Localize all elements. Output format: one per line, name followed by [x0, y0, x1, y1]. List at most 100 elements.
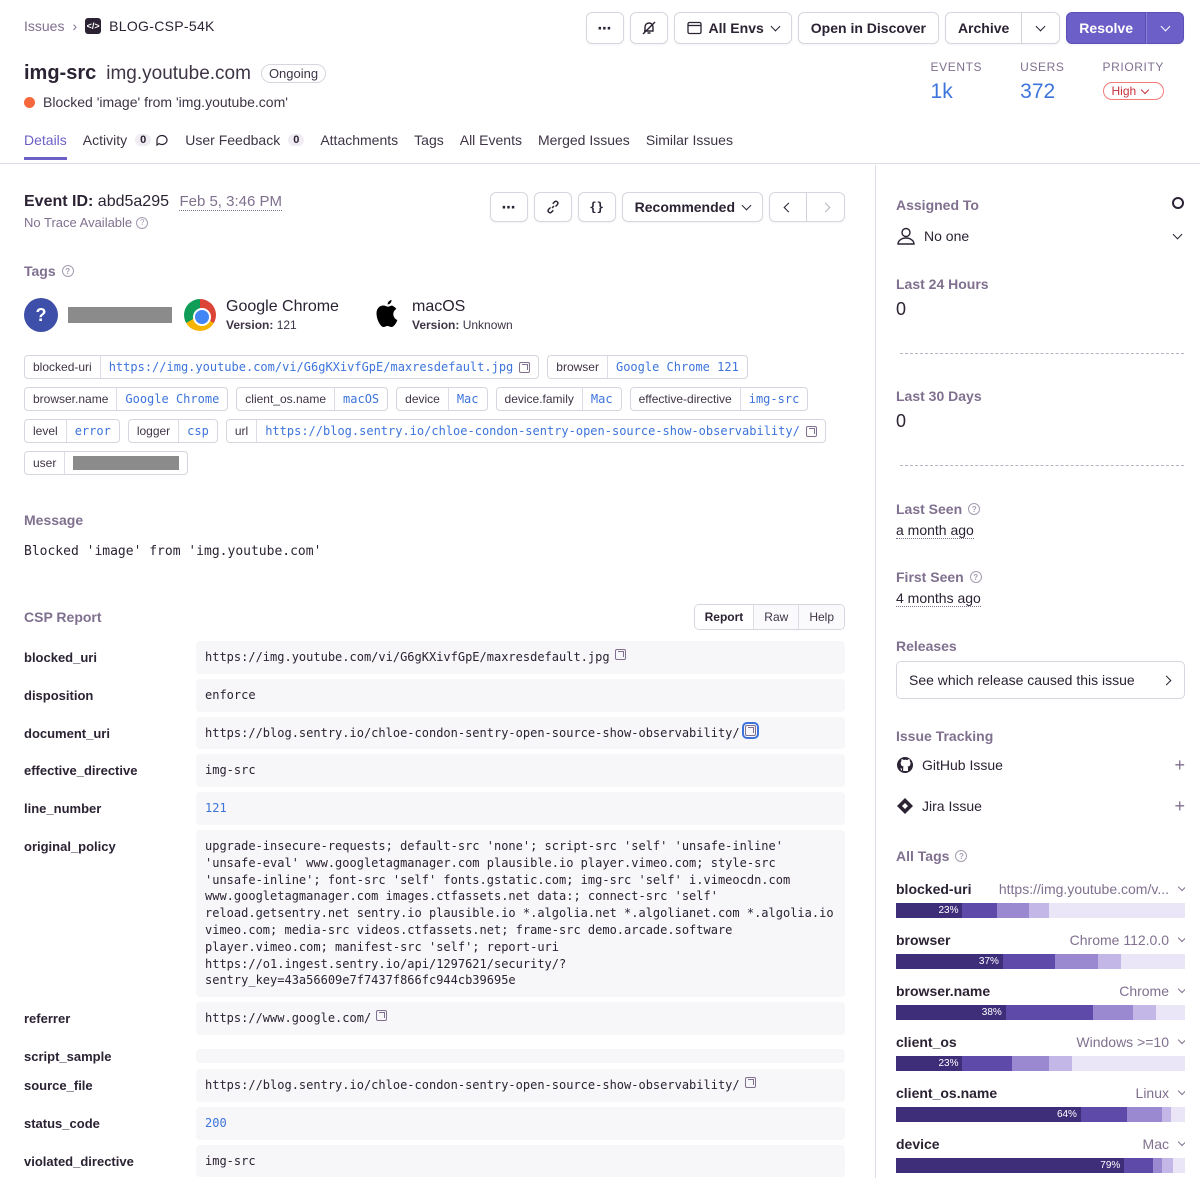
- tag-distribution-bar[interactable]: 23%: [896, 1056, 1185, 1071]
- event-more-button[interactable]: ⋯: [489, 192, 528, 222]
- tag-value[interactable]: Google Chrome: [117, 388, 227, 410]
- tag-distribution-segment[interactable]: 38%: [896, 1005, 1006, 1020]
- first-seen-value[interactable]: 4 months ago: [896, 590, 981, 607]
- users-count[interactable]: 372: [1020, 80, 1064, 104]
- priority-dropdown[interactable]: High: [1102, 82, 1164, 100]
- tag-pill[interactable]: browser Google Chrome 121: [547, 355, 748, 379]
- open-in-discover-button[interactable]: Open in Discover: [797, 12, 939, 44]
- more-actions-button[interactable]: ⋯: [585, 12, 624, 44]
- breadcrumb-issues-link[interactable]: Issues: [24, 18, 64, 34]
- tag-distribution-segment[interactable]: [1011, 1056, 1050, 1071]
- tag-distribution-segment[interactable]: 23%: [896, 1056, 963, 1071]
- tag-distribution-segment[interactable]: 23%: [896, 903, 963, 918]
- csp-tab-report[interactable]: Report: [694, 605, 754, 629]
- tab-attachments[interactable]: Attachments: [320, 132, 398, 160]
- add-github-issue-icon[interactable]: +: [1174, 756, 1185, 774]
- tag-distribution-top-value[interactable]: Mac: [1143, 1136, 1185, 1152]
- tag-pill[interactable]: client_os.name macOS: [236, 387, 389, 411]
- tag-distribution-segment[interactable]: [1127, 1107, 1162, 1122]
- tag-value[interactable]: Mac: [583, 388, 621, 410]
- copy-link-button[interactable]: [533, 192, 572, 222]
- help-icon[interactable]: ?: [955, 850, 968, 862]
- external-link-icon[interactable]: [741, 721, 759, 739]
- tag-distribution-top-value[interactable]: Chrome 112.0.0: [1070, 932, 1185, 948]
- tag-distribution-segment[interactable]: [1049, 1056, 1073, 1071]
- tag-distribution-segment[interactable]: [1002, 954, 1055, 969]
- tag-value[interactable]: Mac: [449, 388, 487, 410]
- tag-distribution-segment[interactable]: [1132, 1005, 1157, 1020]
- events-count[interactable]: 1k: [931, 80, 983, 104]
- external-link-icon[interactable]: [519, 361, 531, 373]
- tag-distribution-bar[interactable]: 64%: [896, 1107, 1185, 1122]
- help-icon[interactable]: ?: [968, 503, 981, 515]
- assignee-dropdown[interactable]: No one: [896, 227, 1185, 245]
- tag-pill[interactable]: effective-directive img-src: [629, 387, 809, 411]
- tag-distribution-bar[interactable]: 37%: [896, 954, 1185, 969]
- tag-distribution-bar[interactable]: 79%: [896, 1158, 1185, 1173]
- tag-distribution-segment[interactable]: [997, 903, 1029, 918]
- external-link-icon[interactable]: [744, 1076, 756, 1088]
- event-selector-dropdown[interactable]: Recommended: [621, 192, 763, 222]
- gear-icon[interactable]: [1172, 197, 1184, 209]
- mute-button[interactable]: [629, 12, 668, 44]
- issue-short-id[interactable]: BLOG-CSP-54K: [109, 18, 215, 34]
- tag-distribution-segment[interactable]: [1005, 1005, 1093, 1020]
- tag-distribution-bar[interactable]: 38%: [896, 1005, 1185, 1020]
- tab-similar-issues[interactable]: Similar Issues: [646, 132, 733, 160]
- add-jira-issue-icon[interactable]: +: [1174, 797, 1185, 815]
- github-issue-row[interactable]: GitHub Issue +: [896, 756, 1185, 774]
- last-seen-value[interactable]: a month ago: [896, 522, 974, 539]
- tab-user-feedback[interactable]: User Feedback 0: [185, 132, 305, 160]
- resolve-options-button[interactable]: [1146, 12, 1184, 44]
- tag-distribution-item[interactable]: blocked-uri https://img.youtube.com/v... 2…: [896, 880, 1185, 918]
- tag-distribution-item[interactable]: client_os Windows >=10 23%: [896, 1033, 1185, 1071]
- suspect-release-button[interactable]: See which release caused this issue: [896, 661, 1185, 699]
- tag-distribution-top-value[interactable]: Windows >=10: [1076, 1034, 1185, 1050]
- tag-distribution-segment[interactable]: [1054, 954, 1099, 969]
- event-id-value[interactable]: abd5a295: [98, 193, 169, 210]
- tag-value[interactable]: img-src: [741, 388, 808, 410]
- environment-selector[interactable]: All Envs: [673, 12, 792, 44]
- tab-details[interactable]: Details: [24, 132, 67, 160]
- tab-all-events[interactable]: All Events: [460, 132, 522, 160]
- tag-distribution-segment[interactable]: 37%: [896, 954, 1003, 969]
- tag-value[interactable]: csp: [179, 420, 217, 442]
- csp-tab-raw[interactable]: Raw: [753, 605, 799, 629]
- view-json-button[interactable]: {}: [577, 192, 616, 222]
- tag-value[interactable]: macOS: [335, 388, 387, 410]
- external-link-icon[interactable]: [614, 649, 626, 660]
- tag-distribution-segment[interactable]: 79%: [896, 1158, 1125, 1173]
- tag-distribution-segment[interactable]: [962, 903, 998, 918]
- tag-distribution-segment[interactable]: 64%: [896, 1107, 1081, 1122]
- tag-distribution-segment[interactable]: [1080, 1107, 1128, 1122]
- help-icon[interactable]: ?: [61, 265, 74, 277]
- tag-pill[interactable]: device Mac: [396, 387, 488, 411]
- tag-distribution-top-value[interactable]: https://img.youtube.com/v...: [999, 881, 1185, 897]
- tab-tags[interactable]: Tags: [414, 132, 444, 160]
- tag-distribution-segment[interactable]: [1161, 1107, 1171, 1122]
- tag-distribution-bar[interactable]: 23%: [896, 903, 1185, 918]
- help-icon[interactable]: ?: [136, 216, 149, 229]
- tag-value[interactable]: https://blog.sentry.io/chloe-condon-sent…: [265, 424, 800, 438]
- resolve-button[interactable]: Resolve: [1066, 12, 1146, 44]
- archive-button[interactable]: Archive: [944, 12, 1023, 44]
- tag-distribution-item[interactable]: browser.name Chrome 38%: [896, 982, 1185, 1020]
- tag-pill[interactable]: browser.name Google Chrome: [24, 387, 229, 411]
- tag-pill[interactable]: logger csp: [127, 419, 218, 443]
- tag-distribution-segment[interactable]: [1153, 1158, 1162, 1173]
- archive-options-button[interactable]: [1022, 12, 1061, 44]
- external-link-icon[interactable]: [805, 425, 817, 437]
- tag-pill[interactable]: url https://blog.sentry.io/chloe-condon-s…: [225, 419, 826, 443]
- tag-distribution-segment[interactable]: [1098, 954, 1122, 969]
- tag-distribution-segment[interactable]: [962, 1056, 1012, 1071]
- help-icon[interactable]: ?: [969, 571, 982, 583]
- tag-distribution-segment[interactable]: [1161, 1158, 1174, 1173]
- tag-distribution-item[interactable]: browser Chrome 112.0.0 37%: [896, 931, 1185, 969]
- csp-tab-help[interactable]: Help: [798, 605, 844, 629]
- tag-pill[interactable]: blocked-uri https://img.youtube.com/vi/G6…: [24, 355, 540, 379]
- external-link-icon[interactable]: [376, 1010, 388, 1022]
- tag-value[interactable]: error: [67, 420, 119, 442]
- tag-pill[interactable]: level error: [24, 419, 120, 443]
- tab-merged-issues[interactable]: Merged Issues: [538, 132, 630, 160]
- next-event-button[interactable]: [807, 192, 845, 222]
